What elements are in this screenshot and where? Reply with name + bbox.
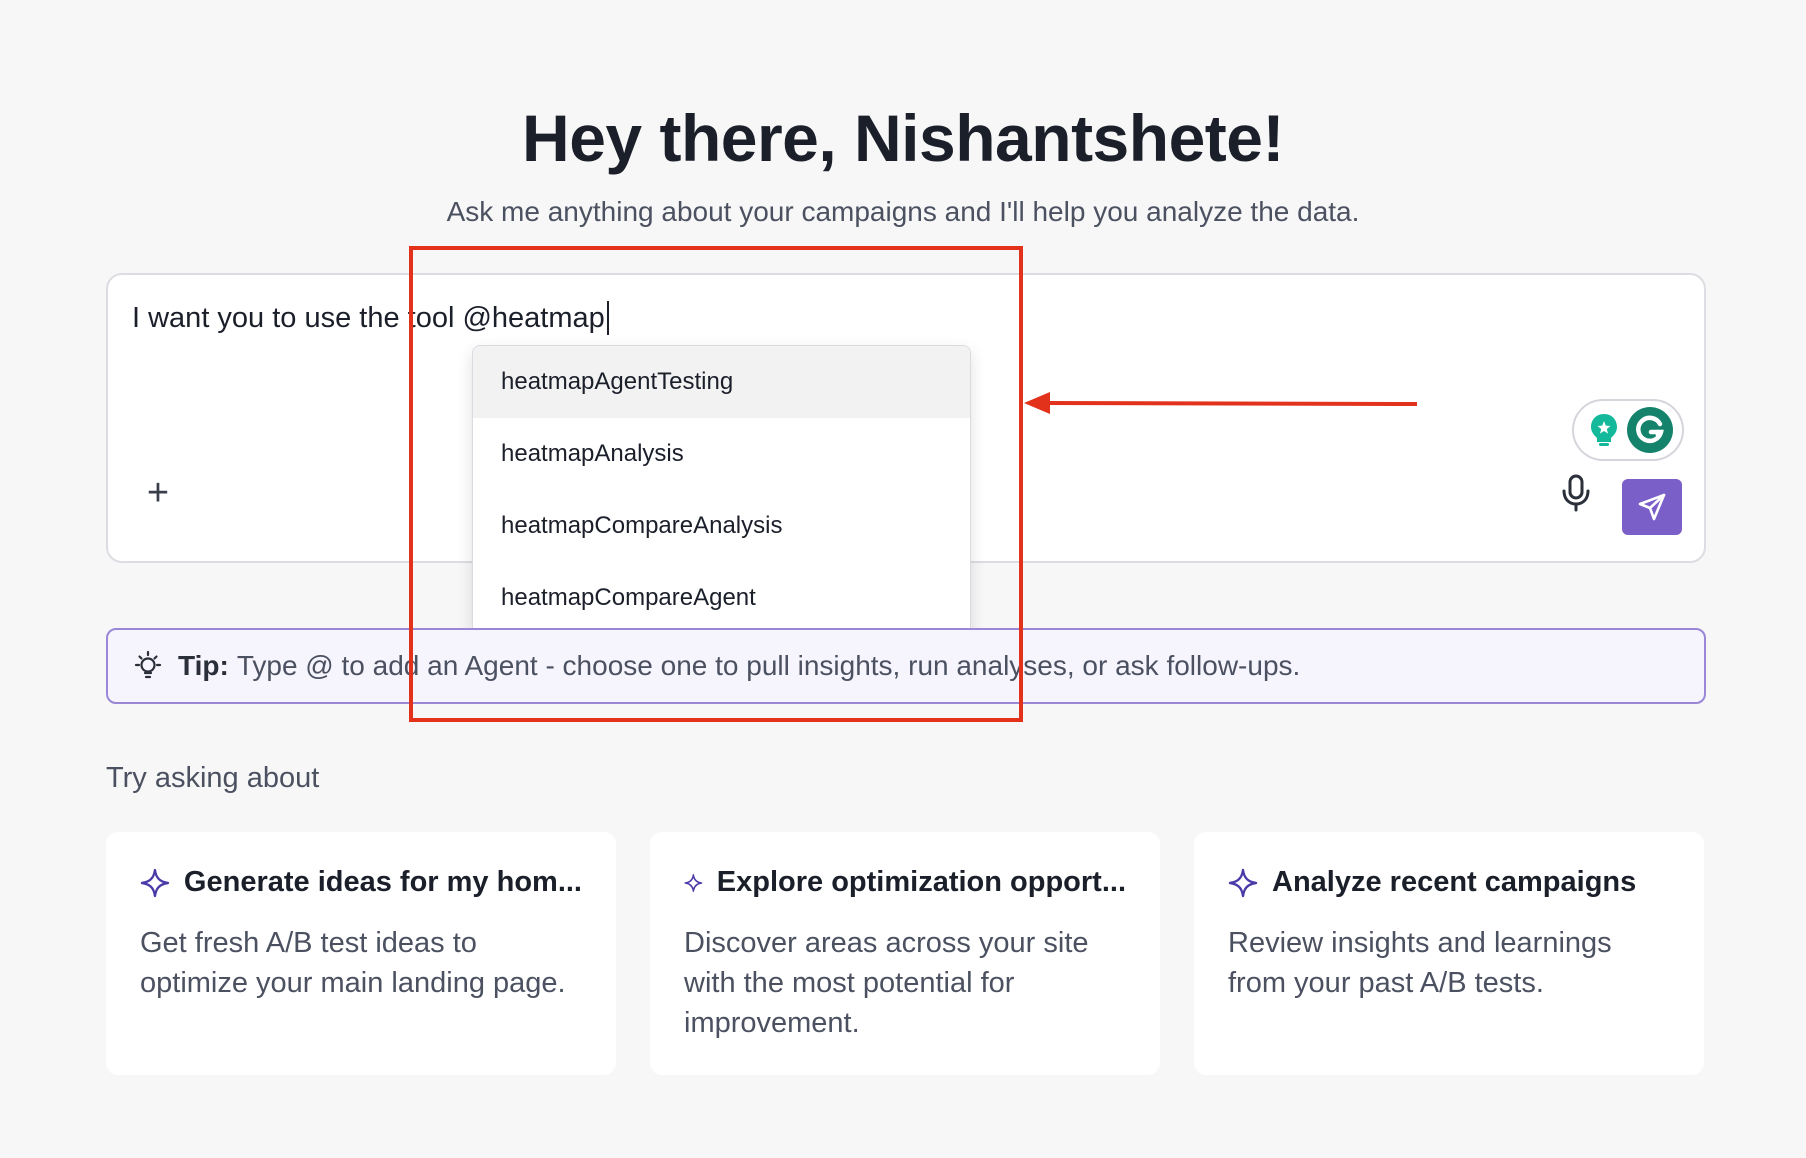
page-title: Hey there, Nishantshete! (522, 101, 1284, 175)
suggestions-heading: Try asking about (106, 762, 320, 794)
dropdown-item-heatmap-compare-agent[interactable]: heatmapCompareAgent (473, 562, 970, 634)
card-description: Review insights and learnings from your … (1228, 927, 1612, 999)
sparkle-icon (1228, 868, 1258, 897)
message-input-text: I want you to use the tool @heatmap (132, 301, 605, 334)
lightbulb-icon (134, 650, 162, 679)
send-button[interactable] (1622, 479, 1682, 535)
card-title: Generate ideas for my hom... (183, 866, 582, 898)
extension-pill[interactable] (1572, 399, 1684, 461)
tip-banner: Tip: Type @ to add an Agent - choose one… (106, 628, 1706, 704)
message-input[interactable]: I want you to use the tool @heatmap (132, 301, 609, 335)
suggestion-card-generate-ideas[interactable]: Generate ideas for my hom... Get fresh A… (106, 832, 616, 1075)
card-title: Explore optimization opport... (716, 866, 1126, 898)
card-description: Discover areas across your site with the… (684, 927, 1089, 1039)
card-title: Analyze recent campaigns (1272, 866, 1637, 898)
grammarly-icon[interactable] (1626, 407, 1673, 453)
agent-mention-dropdown[interactable]: heatmapAgentTesting heatmapAnalysis heat… (472, 345, 971, 635)
dropdown-item-heatmap-compare-analysis[interactable]: heatmapCompareAnalysis (473, 490, 970, 562)
dropdown-item-heatmap-analysis[interactable]: heatmapAnalysis (473, 418, 970, 490)
page-subtitle: Ask me anything about your campaigns and… (446, 196, 1360, 227)
tip-text: Type @ to add an Agent - choose one to p… (236, 650, 1301, 681)
dropdown-item-heatmap-agent-testing[interactable]: heatmapAgentTesting (473, 346, 970, 418)
sparkle-icon (684, 873, 703, 892)
card-description: Get fresh A/B test ideas to optimize you… (140, 927, 566, 999)
text-caret (606, 301, 609, 335)
microphone-icon[interactable] (1554, 471, 1598, 515)
lightbulb-icon[interactable] (1583, 410, 1624, 450)
tip-label: Tip: (178, 650, 229, 681)
suggestion-card-analyze-campaigns[interactable]: Analyze recent campaigns Review insights… (1194, 832, 1704, 1075)
add-attachment-button[interactable]: + (138, 473, 178, 513)
send-icon (1638, 493, 1666, 521)
sparkle-icon (140, 868, 170, 897)
suggestion-card-explore-optimization[interactable]: Explore optimization opport... Discover … (650, 832, 1160, 1075)
